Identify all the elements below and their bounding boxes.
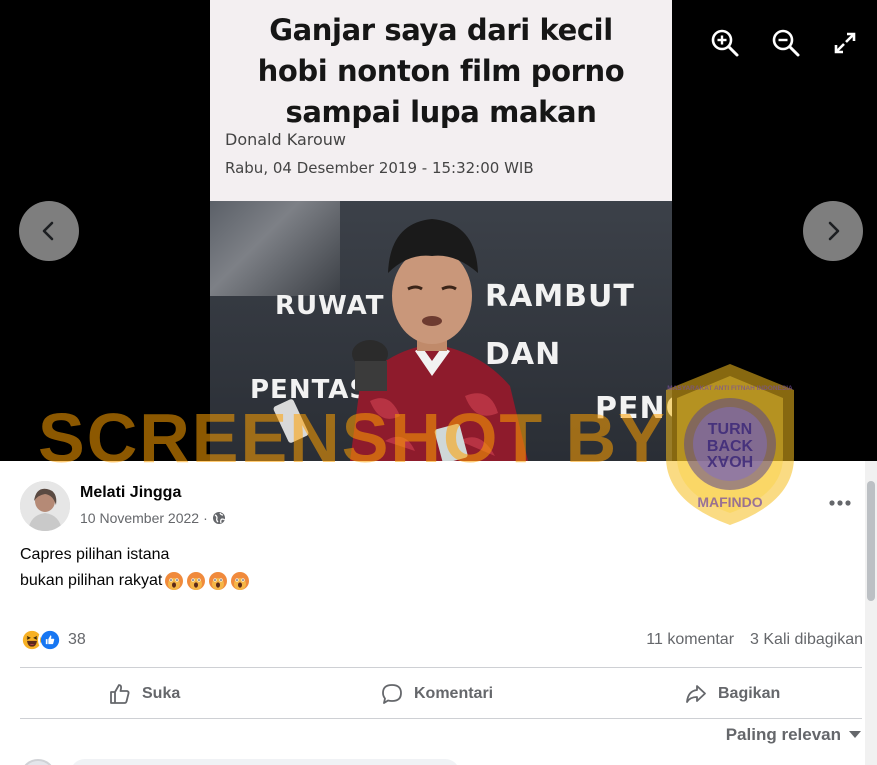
engagement-stats: 11 komentar 3 Kali dibagikan <box>646 631 863 649</box>
meta-separator: · <box>203 510 208 526</box>
angry-face-emoji <box>209 572 228 590</box>
author-avatar[interactable] <box>20 481 70 531</box>
like-button[interactable]: Suka <box>108 679 180 709</box>
sort-label: Paling relevan <box>725 725 841 744</box>
like-icon <box>38 628 62 652</box>
news-screenshot-image: Ganjar saya dari kecil hobi nonton film … <box>210 0 672 461</box>
angry-face-emoji <box>165 572 184 590</box>
scrollbar[interactable] <box>865 461 877 765</box>
like-label: Suka <box>142 685 181 702</box>
share-button[interactable]: Bagikan <box>684 679 780 709</box>
article-author: Donald Karouw <box>225 130 346 149</box>
speaker-figure <box>273 219 528 461</box>
previous-photo-button[interactable] <box>19 201 79 261</box>
avatar-image <box>20 481 70 531</box>
photo-viewer: Ganjar saya dari kecil hobi nonton film … <box>0 0 877 461</box>
article-headline: Ganjar saya dari kecil hobi nonton film … <box>228 10 654 133</box>
comment-icon <box>382 684 402 704</box>
reaction-summary[interactable]: 38 <box>20 628 86 652</box>
svg-text:MAFINDO: MAFINDO <box>697 494 762 510</box>
comment-avatar[interactable] <box>20 759 56 765</box>
post-text-line: bukan pilihan rakyat <box>20 572 163 589</box>
comment-label: Komentari <box>414 685 494 702</box>
divider <box>20 667 862 668</box>
chevron-right-icon <box>828 221 840 241</box>
article-date: Rabu, 04 Desember 2019 - 15:32:00 WIB <box>225 159 534 177</box>
divider <box>20 718 862 719</box>
post-body: Capres pilihan istana bukan pilihan raky… <box>20 542 250 594</box>
comment-button[interactable]: Komentari <box>380 679 493 709</box>
article-photo: RUWAT CU RAMBUT DAN PENTAS K PENG <box>210 201 672 461</box>
zoom-in-icon <box>711 29 739 57</box>
scrollbar-thumb[interactable] <box>867 481 875 601</box>
post-text-line: Capres pilihan istana <box>20 546 170 563</box>
post-meta: 10 November 2022 · <box>80 510 226 526</box>
thumbs-up-icon <box>110 684 130 704</box>
share-arrow-icon <box>686 685 706 703</box>
author-name[interactable]: Melati Jingga <box>80 484 181 502</box>
reaction-count: 38 <box>68 631 86 648</box>
share-label: Bagikan <box>718 685 781 702</box>
caret-down-icon <box>849 731 861 738</box>
headline-line: Ganjar saya dari kecil <box>269 13 613 47</box>
expand-icon <box>834 32 856 54</box>
next-photo-button[interactable] <box>803 201 863 261</box>
share-count[interactable]: 3 Kali dibagikan <box>750 631 863 649</box>
angry-face-emoji <box>187 572 206 590</box>
post-date[interactable]: 10 November 2022 <box>80 510 199 526</box>
post-options-button[interactable] <box>822 489 858 517</box>
globe-icon <box>212 512 225 524</box>
headline-line: sampai lupa makan <box>285 95 597 129</box>
article-header: Ganjar saya dari kecil hobi nonton film … <box>210 0 672 201</box>
comment-bubble <box>70 759 460 765</box>
comment-count[interactable]: 11 komentar <box>646 631 734 649</box>
zoom-out-icon <box>772 29 800 57</box>
chevron-left-icon <box>42 221 54 241</box>
more-horizontal-icon <box>829 500 851 506</box>
angry-face-emoji <box>231 572 250 590</box>
headline-line: hobi nonton film porno <box>257 54 625 88</box>
fullscreen-button[interactable] <box>832 30 862 60</box>
comment-sort-dropdown[interactable]: Paling relevan <box>726 725 861 745</box>
zoom-out-button[interactable] <box>771 28 801 58</box>
zoom-in-button[interactable] <box>710 28 740 58</box>
